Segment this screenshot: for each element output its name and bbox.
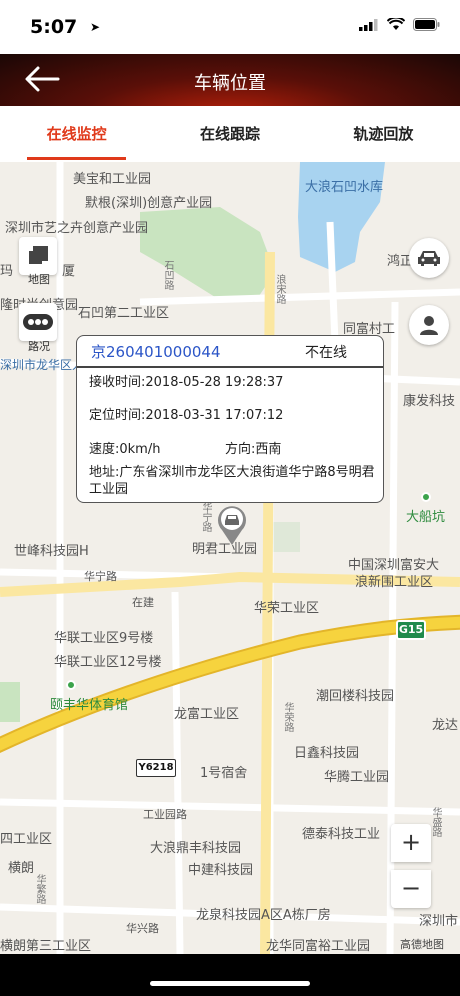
vehicle-pin-icon <box>218 506 246 545</box>
map-layer-label: 地图 <box>28 273 50 286</box>
map-view[interactable]: 美宝和工业园 默根(深圳)创意产业园 深圳市艺之卉创意产业园 大浪石凹水库 石凹… <box>0 162 460 954</box>
map-label: 浪新围工业区 <box>355 575 434 590</box>
sports-marker <box>66 680 76 690</box>
car-icon <box>418 251 440 266</box>
highway-sign-g15: G15 <box>396 620 426 640</box>
vehicle-marker[interactable] <box>216 502 248 546</box>
map-label: 四工业区 <box>0 832 53 847</box>
vehicle-online-status: 不在线 <box>305 345 347 361</box>
map-label: 华荣路 <box>282 702 293 732</box>
traffic-icon <box>23 314 53 330</box>
wifi-icon <box>387 18 405 30</box>
status-icons <box>359 18 440 31</box>
map-label: 中建科技园 <box>188 863 254 878</box>
map-label: 华荣工业区 <box>254 601 320 616</box>
map-label: 浪宋路 <box>274 274 285 304</box>
map-label: 默根(深圳)创意产业园 <box>85 196 213 211</box>
road-sign-y6218: Y6218 <box>136 759 176 777</box>
map-label: 德泰科技工业 <box>302 827 381 842</box>
map-label: 深圳市艺之卉创意产业园 <box>5 221 149 236</box>
map-label: 玛 <box>0 264 14 279</box>
map-label: 日鑫科技园 <box>294 746 360 761</box>
map-label: 颐丰华体育馆 <box>50 698 129 713</box>
vehicle-address: 地址:广东省深圳市龙华区大浪街道华宁路8号明君工业园 <box>89 465 375 497</box>
zoom-in-button[interactable]: + <box>391 824 431 862</box>
popup-divider <box>77 366 383 368</box>
map-label: 龙华同富裕工业园 <box>266 939 371 954</box>
vehicle-plate: 京260401000044 <box>91 343 221 361</box>
highway-sign-g15-label: G15 <box>398 623 424 636</box>
location-arrow-icon: ➤ <box>90 20 101 34</box>
layers-icon <box>29 246 48 264</box>
map-label: 大浪石凹水库 <box>305 180 384 195</box>
map-label: 龙泉科技园A区A栋厂房 <box>196 908 331 923</box>
page-title: 车辆位置 <box>194 73 266 94</box>
road-sign-y6218-label: Y6218 <box>138 762 174 773</box>
map-label: 横朗 <box>8 861 35 876</box>
map-label: 石凹路 <box>162 260 173 290</box>
map-label: 深圳市龙华区人 <box>0 358 85 372</box>
vehicle-direction: 方向:西南 <box>225 442 282 457</box>
tab-bar: 在线监控 在线跟踪 轨迹回放 <box>0 106 460 162</box>
map-label: 华联工业区12号楼 <box>54 655 162 670</box>
map-label: 工业园路 <box>143 808 187 821</box>
map-label: 龙富工业区 <box>174 707 240 722</box>
map-label: 厦 <box>62 264 76 279</box>
vehicle-speed: 速度:0km/h <box>89 442 161 457</box>
map-label: 1号宿舍 <box>200 766 248 781</box>
home-indicator[interactable] <box>150 981 310 986</box>
received-time: 接收时间:2018-05-28 19:28:37 <box>89 375 284 390</box>
map-label: 石凹第二工业区 <box>78 306 170 321</box>
map-label: 华联工业区9号楼 <box>54 631 154 646</box>
map-label: 横朗第三工业区 <box>0 939 92 954</box>
tab-track-playback[interactable]: 轨迹回放 <box>307 106 460 162</box>
map-label: 潮回楼科技园 <box>316 689 395 704</box>
map-label: 大船坑 <box>406 510 446 525</box>
park-marker <box>421 492 431 502</box>
traffic-button[interactable] <box>19 303 57 341</box>
traffic-label: 路况 <box>28 340 50 353</box>
tab-online-tracking[interactable]: 在线跟踪 <box>153 106 306 162</box>
signal-icon <box>359 18 378 31</box>
vehicle-info-popup[interactable]: 京260401000044 不在线 接收时间:2018-05-28 19:28:… <box>76 335 384 503</box>
map-label: 华宁路 <box>200 502 211 532</box>
tab-online-monitor[interactable]: 在线监控 <box>0 106 153 162</box>
map-label: 华繁路 <box>34 874 45 904</box>
status-time: 5:07 <box>30 16 78 38</box>
map-label: 深圳市 <box>419 914 459 929</box>
title-bar: 车辆位置 <box>0 54 460 106</box>
map-label: 龙达 <box>432 718 459 733</box>
locate-vehicle-button[interactable] <box>409 238 449 278</box>
locate-user-button[interactable] <box>409 305 449 345</box>
zoom-out-button[interactable]: − <box>391 870 431 908</box>
map-attribution: 高德地图 <box>400 938 444 951</box>
battery-icon <box>413 18 440 31</box>
map-label: 大浪鼎丰科技园 <box>150 841 242 856</box>
map-label: 华宁路 <box>84 570 117 583</box>
map-label: 美宝和工业园 <box>73 172 152 187</box>
position-time: 定位时间:2018-03-31 17:07:12 <box>89 408 284 423</box>
map-label: 世峰科技园H <box>14 544 89 559</box>
status-bar: 5:07 ➤ <box>0 0 460 54</box>
map-layer-button[interactable] <box>19 237 57 275</box>
map-label: 华兴路 <box>126 922 159 935</box>
home-bar <box>0 954 460 996</box>
person-icon <box>420 316 438 335</box>
map-label: 华腾工业园 <box>324 770 390 785</box>
map-label: 在建 <box>132 596 154 609</box>
map-label: 康发科技 <box>403 394 456 409</box>
